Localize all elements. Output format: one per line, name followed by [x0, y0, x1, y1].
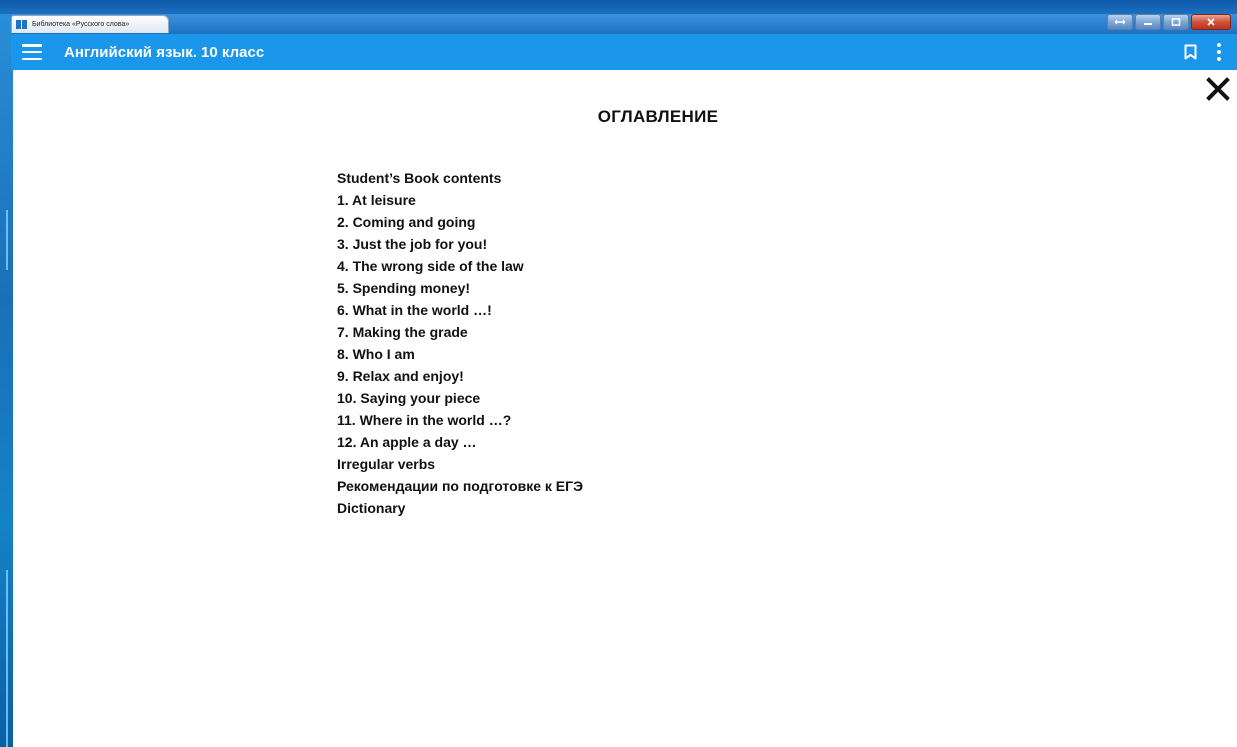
toc-item[interactable]: 6. What in the world …!	[337, 299, 583, 321]
arrows-icon	[1114, 19, 1126, 25]
window-controls	[1107, 14, 1231, 30]
app-screen: Библиотека «Русского слова» Английский я…	[0, 0, 1237, 747]
toc-item[interactable]: Рекомендации по подготовке к ЕГЭ	[337, 475, 583, 497]
toc-list: Student’s Book contents 1. At leisure 2.…	[337, 167, 583, 519]
bookmark-icon[interactable]	[1184, 44, 1197, 60]
toc-item[interactable]: 5. Spending money!	[337, 277, 583, 299]
app-title: Английский язык. 10 класс	[64, 43, 265, 61]
toc-item[interactable]: Irregular verbs	[337, 453, 583, 475]
window-top-band	[0, 0, 1237, 14]
book-app-icon	[16, 20, 28, 29]
toc-item[interactable]: 8. Who I am	[337, 343, 583, 365]
toc-item[interactable]: Dictionary	[337, 497, 583, 519]
desktop-background-strip	[0, 0, 13, 747]
window-minimize-button[interactable]	[1135, 14, 1161, 30]
toc-item[interactable]: 3. Just the job for you!	[337, 233, 583, 255]
minimize-icon	[1144, 23, 1152, 25]
toc-heading: ОГЛАВЛЕНИЕ	[597, 107, 719, 126]
more-vert-icon[interactable]	[1216, 43, 1222, 61]
window-restore-button[interactable]	[1107, 14, 1133, 30]
app-bar: Английский язык. 10 класс	[11, 34, 1237, 70]
toc-item[interactable]: 12. An apple a day …	[337, 431, 583, 453]
toc-item[interactable]: Student’s Book contents	[337, 167, 583, 189]
maximize-icon	[1171, 18, 1181, 26]
toc-panel: ОГЛАВЛЕНИЕ Student’s Book contents 1. At…	[13, 70, 1237, 747]
toc-item[interactable]: 7. Making the grade	[337, 321, 583, 343]
close-icon[interactable]	[1206, 77, 1230, 101]
window-titlebar: Библиотека «Русского слова»	[11, 14, 1237, 34]
toc-item[interactable]: 10. Saying your piece	[337, 387, 583, 409]
toc-item[interactable]: 11. Where in the world …?	[337, 409, 583, 431]
window-close-button[interactable]	[1191, 14, 1231, 30]
window-tab[interactable]: Библиотека «Русского слова»	[11, 15, 169, 33]
window-tab-title: Библиотека «Русского слова»	[32, 21, 130, 28]
window-maximize-button[interactable]	[1163, 14, 1189, 30]
hamburger-menu-icon[interactable]	[22, 44, 42, 60]
toc-item[interactable]: 9. Relax and enjoy!	[337, 365, 583, 387]
toc-item[interactable]: 2. Coming and going	[337, 211, 583, 233]
toc-item[interactable]: 1. At leisure	[337, 189, 583, 211]
toc-item[interactable]: 4. The wrong side of the law	[337, 255, 583, 277]
window-close-icon	[1207, 18, 1215, 26]
